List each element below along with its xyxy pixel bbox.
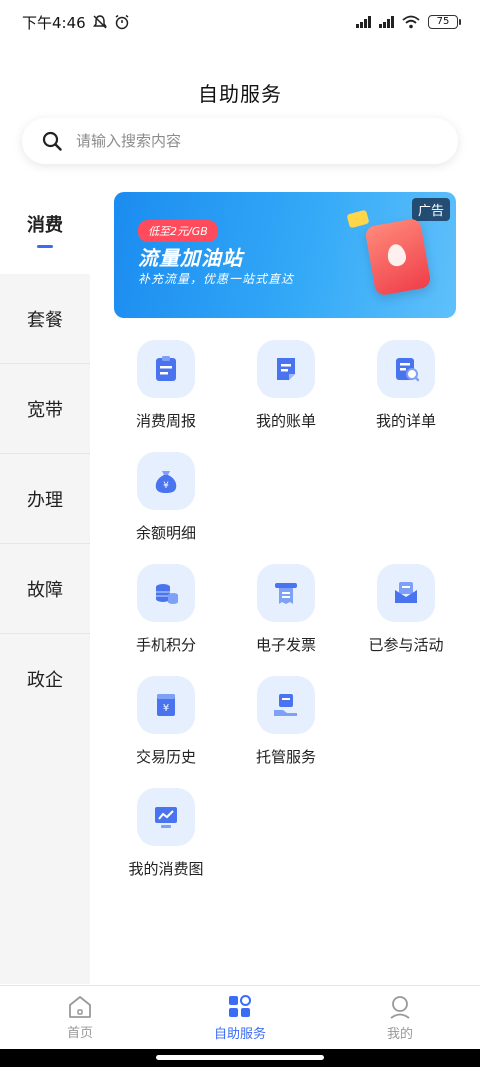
banner-subtitle: 补充流量，优惠一站式直达	[138, 272, 295, 286]
category-sidebar: 消费 套餐 宽带 办理 故障 政企	[0, 184, 90, 984]
sidebar-item-label: 宽带	[27, 399, 63, 421]
envelope-icon	[377, 564, 435, 622]
service-label: 消费周报	[135, 412, 196, 430]
service-label: 我的账单	[255, 412, 316, 430]
status-time: 下午4:46	[22, 13, 86, 32]
service-e-invoice[interactable]: 电子发票	[226, 564, 346, 676]
tab-mine[interactable]: 我的	[320, 986, 480, 1049]
search-bar[interactable]	[22, 118, 458, 164]
service-transaction-history[interactable]: ¥ 交易历史	[106, 676, 226, 788]
coins-icon	[137, 564, 195, 622]
search-icon	[42, 131, 62, 151]
phone-illustration	[364, 217, 432, 297]
service-balance-details[interactable]: ¥ 余额明细	[106, 452, 226, 564]
invoice-icon	[257, 564, 315, 622]
status-bar: 下午4:46 75	[0, 0, 480, 44]
ledger-icon: ¥	[137, 676, 195, 734]
page-title: 自助服务	[198, 82, 282, 106]
svg-text:¥: ¥	[163, 481, 169, 491]
active-indicator	[37, 244, 53, 248]
tab-label: 我的	[386, 1026, 413, 1042]
sidebar-item-package[interactable]: 套餐	[0, 274, 90, 364]
home-icon	[69, 995, 91, 1018]
service-label: 已参与活动	[368, 636, 444, 654]
bottom-tab-bar: 首页 自助服务 我的	[0, 985, 480, 1049]
service-label: 托管服务	[255, 748, 316, 766]
alarm-icon	[115, 14, 129, 30]
service-consumption-chart[interactable]: 我的消费图	[106, 788, 226, 900]
battery-icon: 75	[428, 15, 461, 29]
detail-search-icon	[377, 340, 435, 398]
tab-self-service[interactable]: 自助服务	[160, 986, 320, 1049]
sidebar-item-label: 套餐	[27, 309, 63, 331]
money-bag-icon: ¥	[137, 452, 195, 510]
promo-banner[interactable]: 广告 低至2元/GB 流量加油站 补充流量，优惠一站式直达	[114, 192, 456, 318]
mute-icon	[92, 15, 107, 29]
trend-chart-icon	[137, 788, 195, 846]
service-my-bill[interactable]: 我的账单	[226, 340, 346, 452]
search-input[interactable]	[76, 132, 416, 150]
tab-home[interactable]: 首页	[0, 986, 160, 1049]
service-custody[interactable]: 托管服务	[226, 676, 346, 788]
sidebar-item-consumption[interactable]: 消费	[0, 184, 90, 274]
service-my-details[interactable]: 我的详单	[346, 340, 466, 452]
wifi-icon	[402, 15, 420, 29]
report-icon	[137, 340, 195, 398]
service-label: 我的详单	[375, 412, 436, 430]
sidebar-item-label: 故障	[27, 579, 63, 601]
service-label: 余额明细	[135, 524, 196, 542]
hand-screen-icon	[257, 676, 315, 734]
service-label: 手机积分	[135, 636, 196, 654]
service-weekly-report[interactable]: 消费周报	[106, 340, 226, 452]
service-label: 电子发票	[255, 636, 316, 654]
ad-tag: 广告	[411, 198, 450, 221]
price-pill: 低至2元/GB	[138, 220, 218, 242]
sidebar-item-broadband[interactable]: 宽带	[0, 364, 90, 454]
home-indicator[interactable]	[156, 1055, 324, 1060]
card-illustration	[346, 209, 370, 229]
user-icon	[390, 995, 410, 1019]
service-label: 交易历史	[135, 748, 196, 766]
sidebar-item-fault[interactable]: 故障	[0, 544, 90, 634]
grid-apps-icon	[229, 994, 251, 1017]
service-grid: 消费周报 我的账单 我的详单 ¥ 余额明细 手机积分 电子发票 已参与活动 ¥ …	[106, 340, 466, 900]
sidebar-item-label: 消费	[27, 214, 63, 236]
service-joined-activities[interactable]: 已参与活动	[346, 564, 466, 676]
svg-text:¥: ¥	[163, 703, 169, 714]
sidebar-item-label: 政企	[27, 670, 63, 691]
bill-icon	[257, 340, 315, 398]
system-nav-bar	[0, 1049, 480, 1067]
banner-title: 流量加油站	[138, 246, 243, 270]
tab-label: 首页	[66, 1025, 93, 1041]
sidebar-item-handle[interactable]: 办理	[0, 454, 90, 544]
service-phone-points[interactable]: 手机积分	[106, 564, 226, 676]
service-label: 我的消费图	[128, 860, 204, 878]
tab-label: 自助服务	[213, 1026, 266, 1042]
signal-icon	[356, 16, 371, 28]
signal-icon	[379, 16, 394, 28]
sidebar-item-label: 办理	[27, 489, 63, 511]
sidebar-item-enterprise[interactable]: 政企	[0, 634, 90, 724]
